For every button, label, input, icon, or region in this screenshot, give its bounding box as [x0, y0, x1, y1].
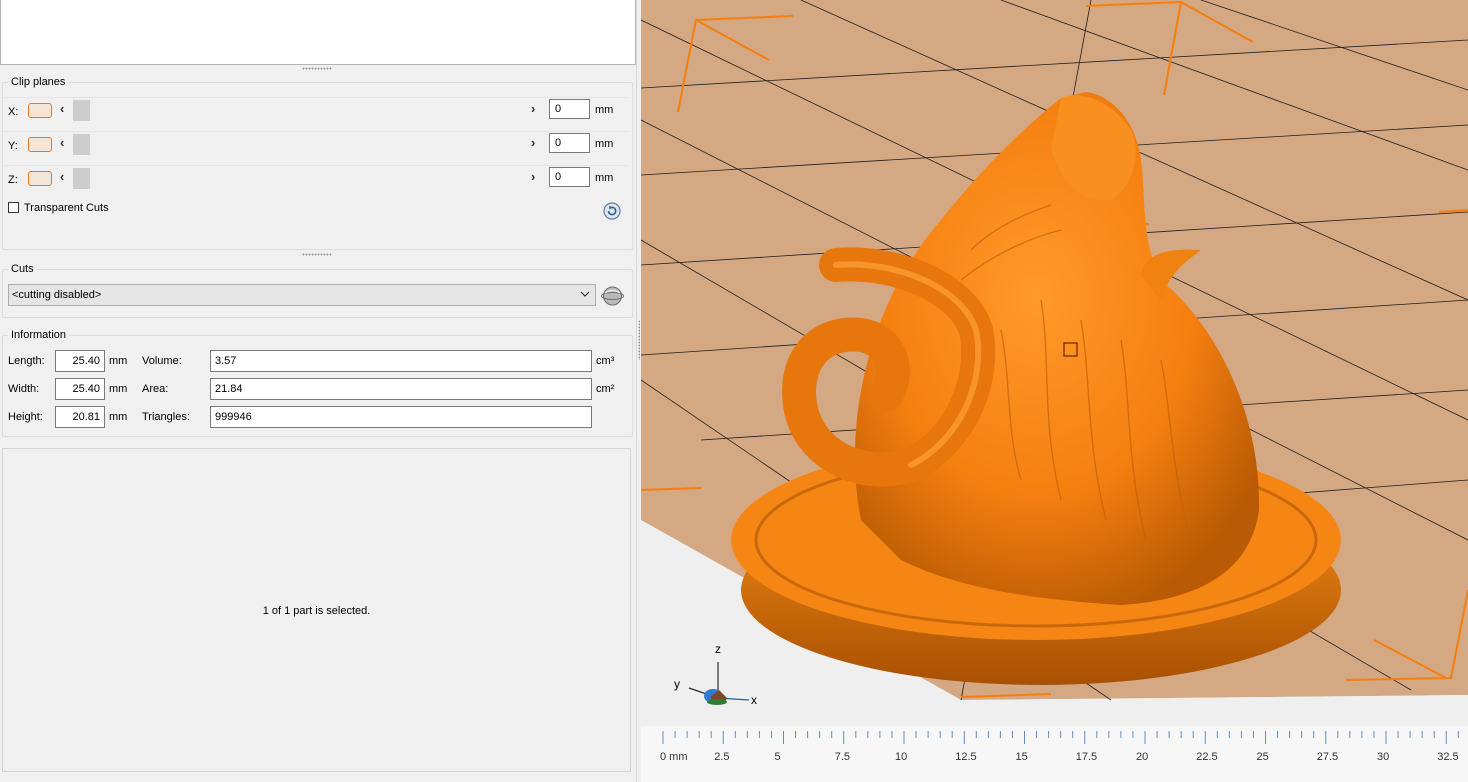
- cuts-title: Cuts: [8, 263, 37, 275]
- splitter-grip[interactable]: [302, 253, 332, 256]
- area-label: Area:: [142, 383, 169, 395]
- ruler-tick-label: 12.5: [955, 751, 977, 763]
- axis-label: Z:: [8, 174, 18, 186]
- ruler-tick-label: 10: [895, 751, 908, 763]
- clip-value-input[interactable]: 0: [549, 133, 590, 153]
- triangles-label: Triangles:: [142, 411, 190, 423]
- axis-gizmo: z y x: [671, 640, 771, 720]
- transparent-cuts-checkbox[interactable]: [8, 202, 19, 213]
- slider-prev-button[interactable]: ‹: [60, 135, 64, 150]
- clip-plane-row-z: Z: ‹ › 0 mm: [3, 165, 629, 197]
- slider-prev-button[interactable]: ‹: [60, 101, 64, 116]
- axis-z-label: z: [715, 642, 721, 656]
- length-value: 25.40: [55, 350, 105, 372]
- ruler-tick-label: 27.5: [1316, 751, 1339, 763]
- ruler-tick-label: 7.5: [834, 751, 851, 763]
- ruler-tick-label: 2.5: [714, 751, 730, 763]
- ruler-tick-label: 20: [1136, 751, 1149, 763]
- slider-next-button[interactable]: ›: [531, 101, 535, 116]
- ruler-tick-label: 5: [774, 751, 781, 763]
- clip-toggle-button[interactable]: [28, 171, 52, 186]
- cut-tool-icon[interactable]: [600, 283, 625, 308]
- area-value: 21.84: [210, 378, 592, 400]
- clip-toggle-button[interactable]: [28, 103, 52, 118]
- clip-toggle-button[interactable]: [28, 137, 52, 152]
- chevron-down-icon: [580, 289, 590, 302]
- axis-y-label: y: [674, 677, 680, 691]
- selection-status-panel: 1 of 1 part is selected.: [2, 448, 631, 772]
- area-unit: cm²: [596, 383, 615, 395]
- ruler-tick-label: 15: [1015, 751, 1028, 763]
- volume-value: 3.57: [210, 350, 592, 372]
- ruler-unit-label: 0 mm: [660, 751, 688, 763]
- axis-label: X:: [8, 106, 19, 118]
- slider-thumb[interactable]: [73, 100, 90, 121]
- width-value: 25.40: [55, 378, 105, 400]
- slider-thumb[interactable]: [73, 134, 90, 155]
- height-label: Height:: [8, 411, 43, 423]
- clip-plane-row-x: X: ‹ › 0 mm: [3, 97, 629, 129]
- triangles-value: 999946: [210, 406, 592, 428]
- slider-next-button[interactable]: ›: [531, 135, 535, 150]
- slider-prev-button[interactable]: ‹: [60, 169, 64, 184]
- left-panel: Clip planes X: ‹ › 0 mm Y: ‹ › 0 mm Z: ‹…: [0, 0, 636, 782]
- width-label: Width:: [8, 383, 40, 395]
- clip-value-input[interactable]: 0: [549, 167, 590, 187]
- ruler: 0 mm 2.5 5 7.5 10 12.5 15 17.5 20 22.5 25 27.5 30 32…: [641, 726, 1468, 782]
- cuts-dropdown-value: <cutting disabled>: [12, 289, 102, 301]
- selection-status-text: 1 of 1 part is selected.: [262, 605, 371, 617]
- width-unit: mm: [109, 383, 128, 395]
- volume-label: Volume:: [142, 355, 182, 367]
- splitter-grip[interactable]: [302, 67, 332, 70]
- axis-label: Y:: [8, 140, 18, 152]
- ruler-tick-label: 17.5: [1075, 751, 1098, 763]
- clip-planes-title: Clip planes: [8, 76, 69, 88]
- axis-x-label: x: [751, 693, 757, 707]
- splitter-grip[interactable]: [638, 320, 640, 360]
- clip-plane-row-y: Y: ‹ › 0 mm: [3, 131, 629, 163]
- unit-label: mm: [595, 172, 614, 184]
- scene-canvas[interactable]: [641, 0, 1468, 726]
- slider-thumb[interactable]: [73, 168, 90, 189]
- length-unit: mm: [109, 355, 128, 367]
- unit-label: mm: [595, 104, 614, 116]
- ruler-tick-label: 22.5: [1196, 751, 1218, 763]
- slider-next-button[interactable]: ›: [531, 169, 535, 184]
- transparent-cuts-label: Transparent Cuts: [24, 202, 109, 214]
- unit-label: mm: [595, 138, 614, 150]
- height-unit: mm: [109, 411, 128, 423]
- clip-value-input[interactable]: 0: [549, 99, 590, 119]
- information-title: Information: [8, 329, 70, 341]
- length-label: Length:: [8, 355, 45, 367]
- cuts-dropdown[interactable]: <cutting disabled>: [8, 284, 596, 306]
- volume-unit: cm³: [596, 355, 615, 367]
- ruler-ticks: [662, 731, 1459, 744]
- ruler-tick-label: 25: [1256, 751, 1269, 763]
- reset-clip-icon[interactable]: [603, 202, 621, 220]
- parts-list-area[interactable]: [0, 0, 636, 65]
- height-value: 20.81: [55, 406, 105, 428]
- ruler-tick-label: 30: [1377, 751, 1390, 763]
- ruler-tick-label: 32.5: [1437, 751, 1459, 763]
- 3d-viewport[interactable]: z y x 0 mm 2.5 5 7.5 10 12.5 15 17.5 20 22.5 25 27…: [641, 0, 1468, 782]
